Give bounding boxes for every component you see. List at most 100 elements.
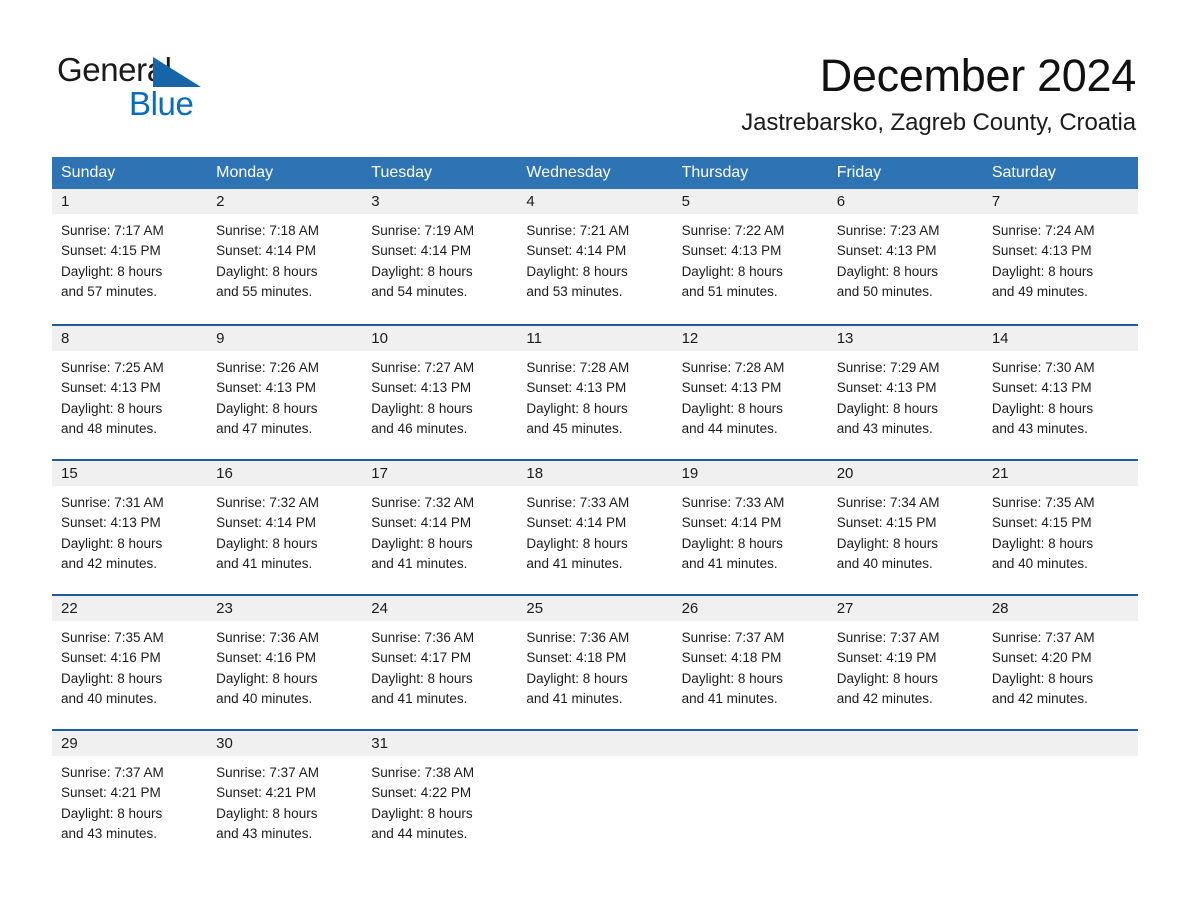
day-cell[interactable]: 27 Sunrise: 7:37 AM Sunset: 4:19 PM Dayl…: [827, 596, 983, 729]
day-number-band: 3: [362, 189, 518, 214]
day-cell[interactable]: 16 Sunrise: 7:32 AM Sunset: 4:14 PM Dayl…: [207, 461, 363, 594]
day-info: Sunrise: 7:25 AM Sunset: 4:13 PM Dayligh…: [52, 351, 207, 439]
day-cell[interactable]: 18 Sunrise: 7:33 AM Sunset: 4:14 PM Dayl…: [517, 461, 673, 594]
daylight-text-line1: Daylight: 8 hours: [216, 535, 318, 551]
day-number: 9: [216, 329, 225, 347]
day-cell[interactable]: 5 Sunrise: 7:22 AM Sunset: 4:13 PM Dayli…: [672, 189, 828, 324]
daylight-text-line2: and 41 minutes.: [371, 555, 468, 571]
day-cell[interactable]: 1 Sunrise: 7:17 AM Sunset: 4:15 PM Dayli…: [52, 189, 208, 324]
day-cell[interactable]: 28 Sunrise: 7:37 AM Sunset: 4:20 PM Dayl…: [982, 596, 1138, 729]
day-cell[interactable]: 25 Sunrise: 7:36 AM Sunset: 4:18 PM Dayl…: [517, 596, 673, 729]
day-cell[interactable]: 11 Sunrise: 7:28 AM Sunset: 4:13 PM Dayl…: [517, 326, 673, 459]
sunrise-text: Sunrise: 7:36 AM: [371, 630, 475, 645]
day-info: Sunrise: 7:21 AM Sunset: 4:14 PM Dayligh…: [517, 214, 672, 302]
day-cell[interactable]: 15 Sunrise: 7:31 AM Sunset: 4:13 PM Dayl…: [52, 461, 208, 594]
day-number-band: [672, 731, 828, 756]
daylight-text-line1: Daylight: 8 hours: [216, 400, 318, 416]
day-number: 3: [371, 192, 380, 210]
day-cell-empty: [982, 731, 1138, 864]
day-cell[interactable]: 29 Sunrise: 7:37 AM Sunset: 4:21 PM Dayl…: [52, 731, 208, 864]
sunrise-text: Sunrise: 7:33 AM: [526, 495, 630, 510]
day-cell[interactable]: 13 Sunrise: 7:29 AM Sunset: 4:13 PM Dayl…: [827, 326, 983, 459]
weekday-header-monday: Monday: [216, 164, 274, 181]
sunrise-text: Sunrise: 7:32 AM: [216, 495, 319, 510]
daylight-text-line2: and 54 minutes.: [371, 283, 468, 299]
day-cell[interactable]: 19 Sunrise: 7:33 AM Sunset: 4:14 PM Dayl…: [672, 461, 828, 594]
daylight-text-line1: Daylight: 8 hours: [526, 535, 628, 551]
calendar-page: General Blue December 2024 Jastrebarsko,…: [0, 0, 1188, 918]
day-info: Sunrise: 7:37 AM Sunset: 4:19 PM Dayligh…: [828, 621, 983, 709]
day-number-band: 4: [517, 189, 673, 214]
day-number-band: 28: [982, 596, 1138, 621]
day-info: Sunrise: 7:23 AM Sunset: 4:13 PM Dayligh…: [828, 214, 983, 302]
day-cell[interactable]: 9 Sunrise: 7:26 AM Sunset: 4:13 PM Dayli…: [207, 326, 363, 459]
sunrise-text: Sunrise: 7:37 AM: [681, 630, 785, 645]
sunrise-text: Sunrise: 7:29 AM: [836, 360, 940, 375]
weekday-header-row: Sunday Monday Tuesday Wednesday Thursday…: [52, 157, 1138, 189]
sunset-text: Sunset: 4:13 PM: [681, 243, 782, 259]
sunset-text: Sunset: 4:18 PM: [681, 650, 782, 666]
daylight-text-line1: Daylight: 8 hours: [526, 400, 628, 416]
day-info: Sunrise: 7:32 AM Sunset: 4:14 PM Dayligh…: [207, 486, 362, 574]
day-cell[interactable]: 3 Sunrise: 7:19 AM Sunset: 4:14 PM Dayli…: [362, 189, 518, 324]
daylight-text-line1: Daylight: 8 hours: [61, 263, 163, 279]
day-number-band: 1: [52, 189, 208, 214]
day-cell[interactable]: 14 Sunrise: 7:30 AM Sunset: 4:13 PM Dayl…: [982, 326, 1138, 459]
day-cell[interactable]: 7 Sunrise: 7:24 AM Sunset: 4:13 PM Dayli…: [982, 189, 1138, 324]
day-cell[interactable]: 10 Sunrise: 7:27 AM Sunset: 4:13 PM Dayl…: [362, 326, 518, 459]
day-cell[interactable]: 2 Sunrise: 7:18 AM Sunset: 4:14 PM Dayli…: [207, 189, 363, 324]
day-number: 15: [61, 464, 78, 482]
day-cell[interactable]: 26 Sunrise: 7:37 AM Sunset: 4:18 PM Dayl…: [672, 596, 828, 729]
daylight-text-line1: Daylight: 8 hours: [371, 535, 473, 551]
day-number-band: 23: [207, 596, 363, 621]
daylight-text-line1: Daylight: 8 hours: [681, 400, 783, 416]
sunrise-text: Sunrise: 7:30 AM: [991, 360, 1095, 375]
day-info: Sunrise: 7:24 AM Sunset: 4:13 PM Dayligh…: [983, 214, 1138, 302]
day-number-band: 25: [517, 596, 673, 621]
day-cell[interactable]: 8 Sunrise: 7:25 AM Sunset: 4:13 PM Dayli…: [52, 326, 208, 459]
sunset-text: Sunset: 4:17 PM: [371, 650, 472, 666]
day-cell[interactable]: 24 Sunrise: 7:36 AM Sunset: 4:17 PM Dayl…: [362, 596, 518, 729]
day-cell-empty: [827, 731, 983, 864]
daylight-text-line1: Daylight: 8 hours: [526, 263, 628, 279]
day-number: 29: [61, 734, 78, 752]
day-number: 17: [371, 464, 388, 482]
day-info: Sunrise: 7:37 AM Sunset: 4:21 PM Dayligh…: [207, 756, 362, 844]
day-info: Sunrise: 7:17 AM Sunset: 4:15 PM Dayligh…: [52, 214, 207, 302]
sunset-text: Sunset: 4:13 PM: [681, 380, 782, 396]
day-info: Sunrise: 7:28 AM Sunset: 4:13 PM Dayligh…: [517, 351, 672, 439]
day-number-band: 5: [672, 189, 828, 214]
daylight-text-line1: Daylight: 8 hours: [216, 805, 318, 821]
day-number-band: 11: [517, 326, 673, 351]
daylight-text-line2: and 43 minutes.: [61, 825, 158, 841]
day-info: Sunrise: 7:27 AM Sunset: 4:13 PM Dayligh…: [362, 351, 517, 439]
daylight-text-line2: and 40 minutes.: [61, 690, 158, 706]
sunrise-text: Sunrise: 7:35 AM: [61, 630, 164, 645]
location-subtitle: Jastrebarsko, Zagreb County, Croatia: [741, 109, 1136, 136]
day-number-band: 18: [517, 461, 673, 486]
day-cell[interactable]: 17 Sunrise: 7:32 AM Sunset: 4:14 PM Dayl…: [362, 461, 518, 594]
sunrise-text: Sunrise: 7:22 AM: [681, 223, 785, 238]
day-cell[interactable]: 31 Sunrise: 7:38 AM Sunset: 4:22 PM Dayl…: [362, 731, 518, 864]
day-cell[interactable]: 23 Sunrise: 7:36 AM Sunset: 4:16 PM Dayl…: [207, 596, 363, 729]
daylight-text-line2: and 47 minutes.: [216, 420, 313, 436]
general-blue-logo[interactable]: General Blue: [57, 52, 257, 130]
day-number-band: 19: [672, 461, 828, 486]
weekday-header-thursday: Thursday: [681, 164, 749, 181]
day-cell[interactable]: 22 Sunrise: 7:35 AM Sunset: 4:16 PM Dayl…: [52, 596, 208, 729]
day-cell[interactable]: 6 Sunrise: 7:23 AM Sunset: 4:13 PM Dayli…: [827, 189, 983, 324]
day-number: 26: [681, 599, 699, 617]
day-number: 4: [526, 192, 535, 210]
day-cell[interactable]: 20 Sunrise: 7:34 AM Sunset: 4:15 PM Dayl…: [827, 461, 983, 594]
day-number-band: 22: [52, 596, 208, 621]
day-cell[interactable]: 4 Sunrise: 7:21 AM Sunset: 4:14 PM Dayli…: [517, 189, 673, 324]
day-cell[interactable]: 12 Sunrise: 7:28 AM Sunset: 4:13 PM Dayl…: [672, 326, 828, 459]
day-cell[interactable]: 30 Sunrise: 7:37 AM Sunset: 4:21 PM Dayl…: [207, 731, 363, 864]
day-cell[interactable]: 21 Sunrise: 7:35 AM Sunset: 4:15 PM Dayl…: [982, 461, 1138, 594]
sunset-text: Sunset: 4:13 PM: [991, 243, 1092, 259]
daylight-text-line2: and 41 minutes.: [216, 555, 313, 571]
daylight-text-line1: Daylight: 8 hours: [216, 263, 318, 279]
sunset-text: Sunset: 4:20 PM: [991, 650, 1092, 666]
day-info: Sunrise: 7:19 AM Sunset: 4:14 PM Dayligh…: [362, 214, 517, 302]
day-info: Sunrise: 7:37 AM Sunset: 4:21 PM Dayligh…: [52, 756, 207, 844]
